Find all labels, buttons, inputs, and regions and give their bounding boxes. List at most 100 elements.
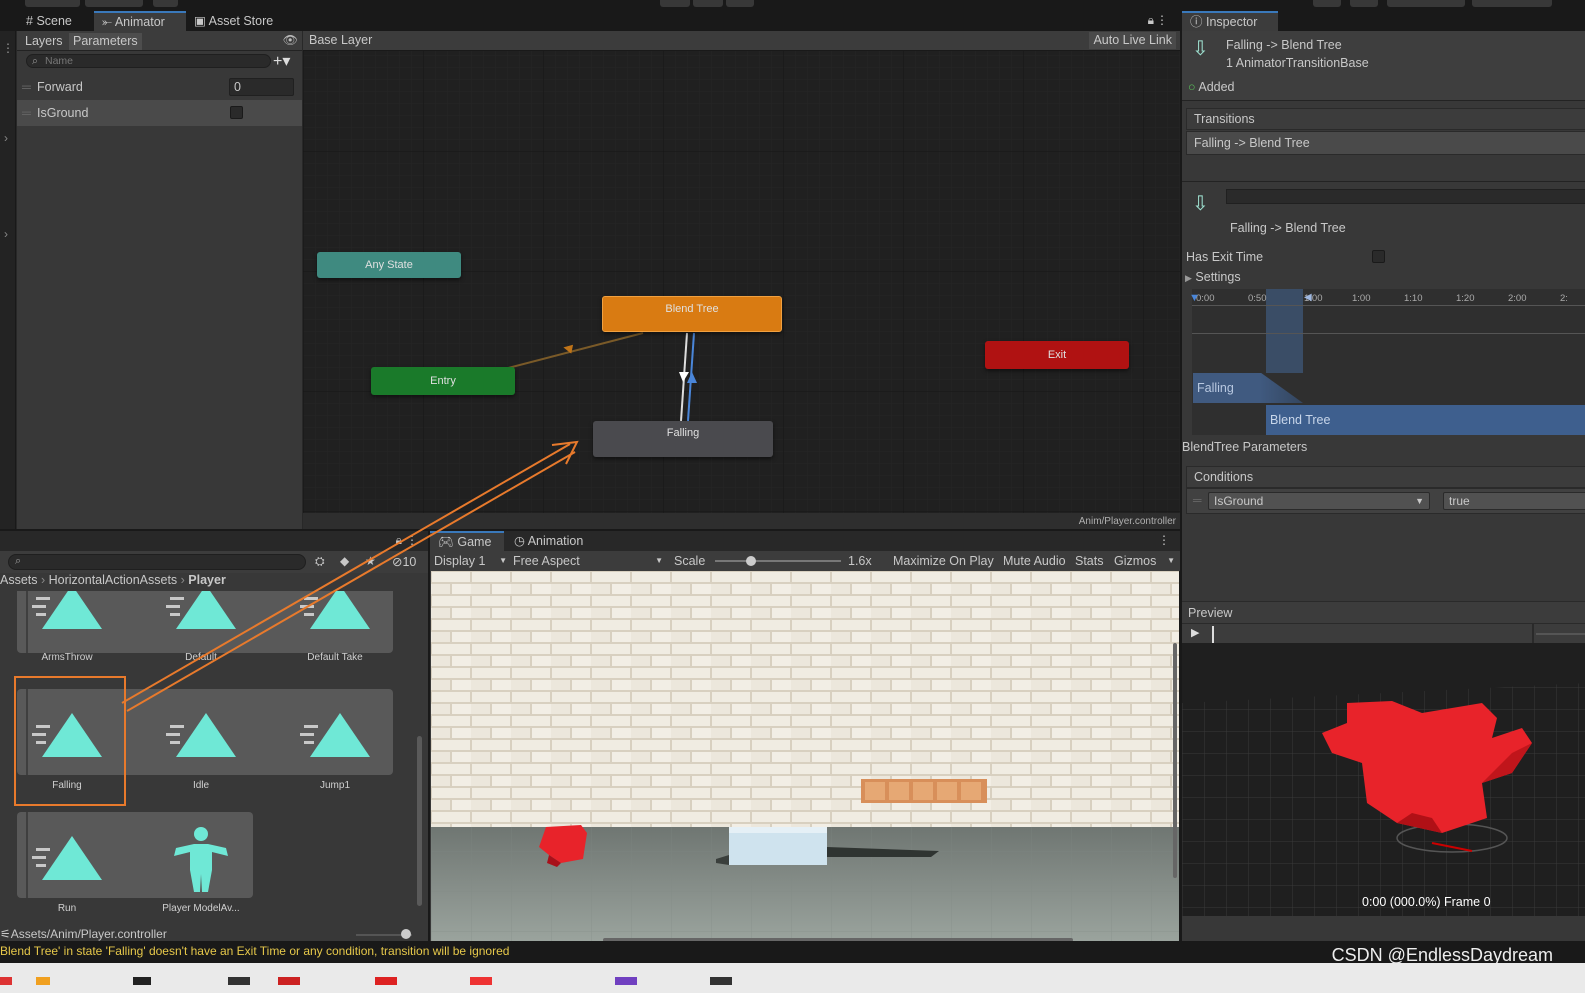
asset-default-take[interactable]: Default Take (288, 591, 382, 666)
isground-checkbox[interactable] (230, 106, 243, 119)
label-icon[interactable]: ◆ (340, 554, 349, 568)
game-viewport[interactable] (431, 571, 1179, 943)
kebab-menu-icon[interactable]: ⋮ (1156, 13, 1168, 27)
scale-slider[interactable] (715, 560, 841, 562)
breadcrumb-base-layer[interactable]: Base Layer (309, 33, 372, 47)
cloud-button[interactable] (1350, 0, 1378, 7)
preview-viewport[interactable]: 0:00 (000.0%) Frame 0 (1182, 643, 1585, 916)
status-bar[interactable]: Blend Tree' in state 'Falling' doesn't h… (0, 941, 1585, 965)
console-message[interactable]: Blend Tree' in state 'Falling' doesn't h… (0, 944, 509, 958)
breadcrumb-assets[interactable]: Assets (0, 573, 38, 587)
folder-icon[interactable] (36, 977, 50, 985)
mute-audio-toggle[interactable]: Mute Audio (1003, 551, 1066, 571)
drag-handle-icon[interactable]: ═ (22, 100, 31, 126)
favorite-icon[interactable]: ★ (365, 554, 376, 568)
timeline-falling-clip[interactable]: Falling (1193, 373, 1303, 403)
chevron-right-icon[interactable]: › (4, 227, 8, 241)
terminal-icon[interactable] (710, 977, 732, 985)
asset-jump1[interactable]: Jump1 (288, 699, 382, 794)
scrollbar-thumb[interactable] (417, 736, 422, 906)
animator-graph[interactable]: Base Layer Auto Live Link Any State Blen… (303, 31, 1180, 529)
app-icon[interactable] (375, 977, 397, 985)
filter-type-icon[interactable]: ⛭ (315, 554, 325, 569)
breadcrumb-horizontal[interactable]: HorizontalActionAssets (49, 573, 178, 587)
tab-layers[interactable]: Layers (21, 33, 67, 50)
step-button[interactable] (726, 0, 754, 7)
asset-player-model-avatar[interactable]: Player ModelAv... (154, 822, 248, 917)
kebab-icon[interactable]: ⋮ (2, 41, 14, 55)
breadcrumb-player[interactable]: Player (188, 573, 226, 587)
parameter-row-forward[interactable]: ═ Forward 0 (17, 74, 302, 100)
parameter-search-input[interactable]: ⌕ Name (26, 54, 271, 68)
kebab-menu-icon[interactable]: ⋮ (1158, 533, 1170, 547)
play-icon[interactable]: ▶ (1191, 626, 1199, 639)
forward-value-field[interactable]: 0 (229, 78, 294, 96)
transition-list-item[interactable]: Falling -> Blend Tree (1186, 131, 1585, 155)
asset-idle[interactable]: Idle (154, 699, 248, 794)
auto-live-link-button[interactable]: Auto Live Link (1089, 32, 1176, 49)
settings-foldout[interactable]: ▶ Settings (1185, 270, 1241, 284)
timeline-blend-clip[interactable]: Blend Tree (1266, 405, 1585, 435)
condition-param-dropdown[interactable]: IsGround ▼ (1208, 492, 1430, 510)
maximize-on-play-toggle[interactable]: Maximize On Play (893, 551, 994, 571)
collab-button[interactable] (1313, 0, 1341, 7)
project-search-input[interactable]: ⌕ (8, 554, 306, 570)
kebab-menu-icon[interactable]: ⋮ (406, 533, 418, 547)
chevron-right-icon[interactable]: › (4, 131, 8, 145)
state-any-state[interactable]: Any State (317, 252, 461, 278)
state-falling[interactable]: Falling (593, 421, 773, 457)
tool-button[interactable] (153, 0, 178, 7)
drag-handle-icon[interactable]: ═ (22, 74, 31, 100)
pause-button[interactable] (693, 0, 723, 7)
unity-icon[interactable] (228, 977, 250, 985)
play-button[interactable] (660, 0, 690, 7)
lock-icon[interactable]: 🔒︎ (396, 533, 402, 548)
gizmos-dropdown[interactable]: Gizmos ▼ (1114, 551, 1178, 571)
scale-slider-thumb[interactable] (746, 556, 756, 566)
vs-icon[interactable] (615, 977, 637, 985)
parameter-row-isground[interactable]: ═ IsGround (17, 100, 302, 126)
app-icon[interactable] (470, 977, 492, 985)
tab-game[interactable]: 🎮︎ Game (430, 531, 504, 551)
tab-inspector[interactable]: ⓘ Inspector (1182, 11, 1278, 31)
tab-animation[interactable]: ◷ Animation (506, 531, 591, 551)
pivot-button[interactable] (25, 0, 80, 7)
icon-size-slider-thumb[interactable] (401, 929, 411, 939)
project-scrollbar[interactable] (416, 591, 424, 923)
has-exit-time-checkbox[interactable] (1372, 250, 1385, 263)
transition-name-field[interactable] (1226, 189, 1585, 204)
local-button[interactable] (85, 0, 143, 7)
tab-scene[interactable]: # Scene (18, 11, 80, 31)
hidden-count[interactable]: ⊘10 (392, 554, 416, 569)
condition-value-dropdown[interactable]: true (1443, 492, 1585, 510)
preview-scrubber[interactable] (1212, 626, 1214, 643)
layers-dropdown[interactable] (1472, 0, 1552, 7)
transition-end-marker-icon[interactable]: ◀ (1304, 292, 1312, 303)
display-dropdown[interactable]: Display 1 ▼ (434, 551, 509, 571)
app-icon[interactable] (133, 977, 151, 985)
eye-icon[interactable]: 👁︎ (283, 33, 298, 47)
account-dropdown[interactable] (1387, 0, 1465, 7)
state-entry[interactable]: Entry (371, 367, 515, 395)
state-exit[interactable]: Exit (985, 341, 1129, 369)
tab-animator[interactable]: ⤜ Animator (94, 11, 186, 31)
app-icon[interactable] (0, 977, 12, 985)
game-scrollbar-vertical[interactable] (1173, 643, 1177, 878)
playhead-marker-icon[interactable]: ▼ (1189, 292, 1200, 304)
drag-handle-icon[interactable]: ═ (1193, 493, 1202, 507)
app-icon[interactable] (278, 977, 300, 985)
transition-timeline[interactable]: 0:00 0:50 1:00 1:00 1:10 1:20 2:00 2: ▼ … (1189, 289, 1585, 435)
add-parameter-button[interactable]: +▾ (273, 51, 290, 71)
tab-parameters[interactable]: Parameters (69, 33, 142, 50)
asset-run[interactable]: Run (20, 822, 114, 917)
asset-default[interactable]: Default (154, 591, 248, 666)
stats-toggle[interactable]: Stats (1075, 551, 1104, 571)
tab-asset-store[interactable]: ▣ Asset Store (186, 11, 281, 31)
lock-icon[interactable]: 🔒︎ (1148, 13, 1154, 28)
state-blend-tree[interactable]: Blend Tree (602, 296, 782, 332)
aspect-dropdown[interactable]: Free Aspect ▼ (513, 551, 665, 571)
transition-detail: ⇩ Falling -> Blend Tree (1182, 181, 1585, 243)
transition-overlap-region[interactable] (1266, 289, 1303, 373)
preview-speed-slider[interactable] (1536, 633, 1585, 635)
asset-armsthrow[interactable]: ArmsThrow (20, 591, 114, 666)
